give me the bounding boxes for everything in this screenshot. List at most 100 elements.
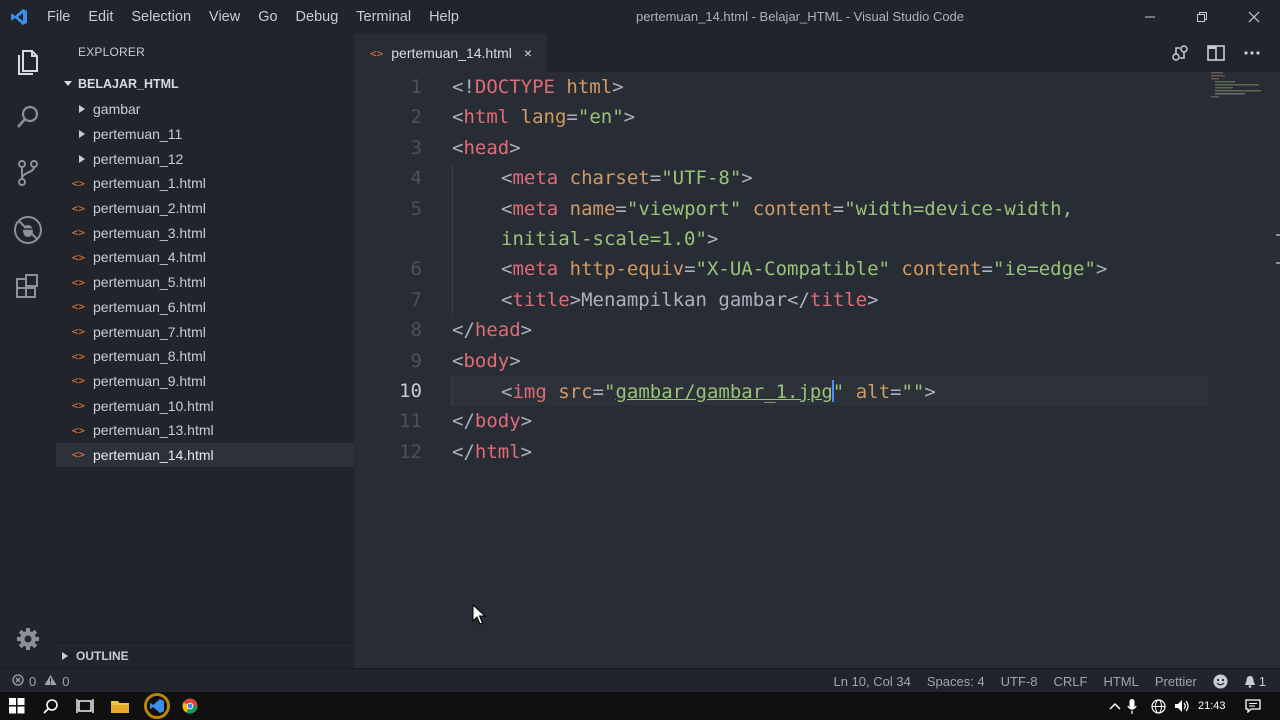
settings-gear-icon[interactable] [0,616,56,662]
microphone-icon[interactable] [1120,692,1144,720]
token: > [623,106,636,128]
source-control-icon[interactable] [0,150,56,196]
code-editor[interactable]: 1 2 3 4 5 6 7 8 9 10 11 12 <!DOCTYPE htm… [354,72,1280,668]
html-file-icon: <> [71,374,85,388]
language-mode[interactable]: HTML [1103,674,1138,689]
problems-indicator[interactable]: 0 0 [12,669,69,693]
workspace-folder[interactable]: BELAJAR_HTML [56,72,354,96]
token: > [741,167,753,189]
token: Menampilkan gambar [581,289,788,311]
split-editor-icon[interactable] [1198,34,1234,72]
link-token[interactable]: gambar/gambar_1.jpg [615,381,832,403]
action-center-icon[interactable] [1236,692,1270,720]
token: " [832,381,845,403]
encoding[interactable]: UTF-8 [1001,674,1038,689]
code-line-11: </body> [452,410,532,432]
code-line-3: <head> [452,137,521,159]
code-line-12: </html> [452,441,532,463]
vscode-taskbar-icon[interactable] [140,692,174,720]
tree-folder-pertemuan-12[interactable]: pertemuan_12 [56,146,354,171]
html-file-icon: <> [71,423,85,437]
outline-section[interactable]: OUTLINE [56,642,354,668]
token: = [566,106,578,128]
menu-edit[interactable]: Edit [79,0,122,34]
token: < [501,258,513,280]
tree-file-pertemuan-14[interactable]: <> pertemuan_14.html [56,442,354,468]
line-number: 6 [410,258,422,280]
token: "X-UA-Compatible" [695,258,890,280]
tree-item-label: pertemuan_10.html [93,397,214,414]
token: < [501,167,513,189]
status-bar: 0 0 Ln 10, Col 34 Spaces: 4 UTF-8 CRLF H… [0,668,1280,692]
token: html [474,441,521,463]
search-icon[interactable] [0,94,56,140]
close-window-button[interactable] [1228,0,1280,34]
html-file-icon: <> [71,176,85,190]
notifications[interactable]: 1 [1244,674,1266,689]
taskbar-clock[interactable]: 21:43 [1198,692,1226,720]
debug-icon[interactable] [0,207,56,253]
tree-file-pertemuan-13[interactable]: <> pertemuan_13.html [56,418,354,443]
menu-bar: File Edit Selection View Go Debug Termin… [38,0,468,34]
menu-view[interactable]: View [200,0,249,34]
menu-go[interactable]: Go [249,0,286,34]
minimap[interactable] [1209,72,1269,102]
code-line-7: <title>Menampilkan gambar</title> [501,289,879,311]
task-view-icon[interactable] [68,692,102,720]
token: meta [512,258,559,280]
minimize-button[interactable] [1124,0,1176,34]
menu-terminal[interactable]: Terminal [347,0,420,34]
network-globe-icon[interactable] [1146,692,1170,720]
tab-close-icon[interactable]: × [524,45,532,61]
token: </ [452,441,475,463]
title-bar: File Edit Selection View Go Debug Termin… [0,0,1280,34]
tree-item-label: pertemuan_2.html [93,200,206,217]
volume-icon[interactable] [1170,692,1194,720]
windows-start-icon[interactable] [0,692,34,720]
menu-debug[interactable]: Debug [287,0,348,34]
chrome-icon[interactable] [173,692,207,720]
tree-file-pertemuan-9[interactable]: <> pertemuan_9.html [56,369,354,394]
token: > [569,289,582,311]
tree-file-pertemuan-5[interactable]: <> pertemuan_5.html [56,270,354,295]
formatter[interactable]: Prettier [1155,674,1197,689]
restore-button[interactable] [1176,0,1228,34]
tree-file-pertemuan-7[interactable]: <> pertemuan_7.html [56,319,354,344]
explorer-icon[interactable] [0,38,56,84]
open-changes-icon[interactable] [1162,34,1198,72]
token: > [520,319,533,341]
menu-file[interactable]: File [38,0,79,34]
tree-file-pertemuan-2[interactable]: <> pertemuan_2.html [56,196,354,221]
tree-file-pertemuan-1[interactable]: <> pertemuan_1.html [56,171,354,196]
vertical-scrollbar[interactable] [1266,72,1280,668]
indentation[interactable]: Spaces: 4 [927,674,985,689]
feedback-smiley-icon[interactable] [1213,674,1228,689]
tree-file-pertemuan-3[interactable]: <> pertemuan_3.html [56,220,354,245]
end-of-line[interactable]: CRLF [1054,674,1088,689]
code-line-6: <meta http-equiv="X-UA-Compatible" conte… [501,258,1107,280]
menu-help[interactable]: Help [420,0,468,34]
token: title [512,289,570,311]
cursor-position[interactable]: Ln 10, Col 34 [834,674,911,689]
tree-file-pertemuan-10[interactable]: <> pertemuan_10.html [56,393,354,418]
tree-file-pertemuan-8[interactable]: <> pertemuan_8.html [56,344,354,369]
tree-file-pertemuan-4[interactable]: <> pertemuan_4.html [56,245,354,270]
tree-folder-gambar[interactable]: gambar [56,97,354,122]
chevron-right-icon [56,154,93,163]
menu-selection[interactable]: Selection [122,0,200,34]
more-actions-icon[interactable] [1234,34,1270,72]
token: lang [509,106,567,128]
outline-label: OUTLINE [76,648,129,663]
file-explorer-icon[interactable] [103,692,137,720]
html-file-icon: <> [71,275,85,289]
taskbar-search-icon[interactable] [34,692,68,720]
tree-item-label: pertemuan_11 [93,126,183,143]
extensions-icon[interactable] [0,263,56,309]
token: = [684,258,696,280]
token: head [474,319,521,341]
token: = [890,381,902,403]
tab-pertemuan-14[interactable]: <> pertemuan_14.html × [354,34,547,72]
line-number: 3 [410,137,422,159]
tree-folder-pertemuan-11[interactable]: pertemuan_11 [56,122,354,147]
tree-file-pertemuan-6[interactable]: <> pertemuan_6.html [56,295,354,320]
